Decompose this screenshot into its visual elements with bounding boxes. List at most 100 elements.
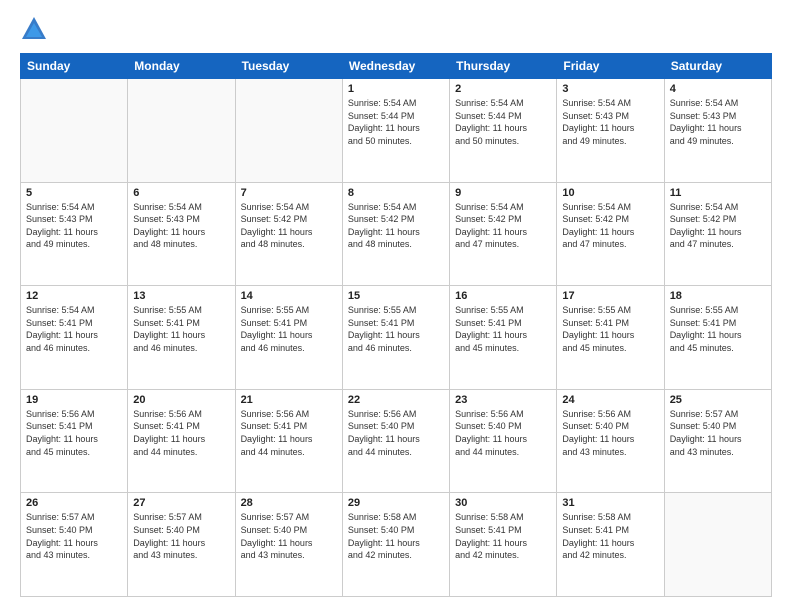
day-info: Sunrise: 5:56 AM Sunset: 5:41 PM Dayligh… [26,408,122,458]
weekday-saturday: Saturday [664,54,771,79]
day-number: 12 [26,290,122,302]
day-number: 9 [455,187,551,199]
day-number: 29 [348,497,444,509]
day-cell-9: 9 Sunrise: 5:54 AM Sunset: 5:42 PM Daylig… [450,182,557,286]
weekday-wednesday: Wednesday [342,54,449,79]
day-cell-14: 14 Sunrise: 5:55 AM Sunset: 5:41 PM Dayli… [235,286,342,390]
day-number: 4 [670,83,766,95]
day-number: 22 [348,394,444,406]
day-number: 23 [455,394,551,406]
day-cell-11: 11 Sunrise: 5:54 AM Sunset: 5:42 PM Dayli… [664,182,771,286]
day-cell-16: 16 Sunrise: 5:55 AM Sunset: 5:41 PM Dayli… [450,286,557,390]
day-info: Sunrise: 5:54 AM Sunset: 5:42 PM Dayligh… [241,201,337,251]
calendar-table: SundayMondayTuesdayWednesdayThursdayFrid… [20,53,772,597]
day-info: Sunrise: 5:55 AM Sunset: 5:41 PM Dayligh… [455,304,551,354]
day-number: 5 [26,187,122,199]
day-number: 2 [455,83,551,95]
weekday-tuesday: Tuesday [235,54,342,79]
day-info: Sunrise: 5:56 AM Sunset: 5:41 PM Dayligh… [241,408,337,458]
day-cell-13: 13 Sunrise: 5:55 AM Sunset: 5:41 PM Dayli… [128,286,235,390]
day-info: Sunrise: 5:55 AM Sunset: 5:41 PM Dayligh… [670,304,766,354]
day-cell-28: 28Sunrise: 5:57 AM Sunset: 5:40 PM Dayli… [235,493,342,597]
weekday-sunday: Sunday [21,54,128,79]
empty-cell [128,79,235,183]
day-info: Sunrise: 5:54 AM Sunset: 5:42 PM Dayligh… [455,201,551,251]
day-number: 15 [348,290,444,302]
day-number: 20 [133,394,229,406]
day-number: 25 [670,394,766,406]
day-cell-26: 26Sunrise: 5:57 AM Sunset: 5:40 PM Dayli… [21,493,128,597]
day-info: Sunrise: 5:56 AM Sunset: 5:40 PM Dayligh… [455,408,551,458]
day-number: 7 [241,187,337,199]
day-info: Sunrise: 5:58 AM Sunset: 5:40 PM Dayligh… [348,511,444,561]
day-info: Sunrise: 5:54 AM Sunset: 5:43 PM Dayligh… [670,97,766,147]
page: SundayMondayTuesdayWednesdayThursdayFrid… [0,0,792,612]
day-cell-20: 20 Sunrise: 5:56 AM Sunset: 5:41 PM Dayli… [128,389,235,493]
day-number: 28 [241,497,337,509]
day-number: 19 [26,394,122,406]
weekday-header-row: SundayMondayTuesdayWednesdayThursdayFrid… [21,54,772,79]
day-number: 11 [670,187,766,199]
day-number: 18 [670,290,766,302]
day-cell-24: 24Sunrise: 5:56 AM Sunset: 5:40 PM Dayli… [557,389,664,493]
week-row-5: 26Sunrise: 5:57 AM Sunset: 5:40 PM Dayli… [21,493,772,597]
day-cell-4: 4 Sunrise: 5:54 AM Sunset: 5:43 PM Daylig… [664,79,771,183]
day-cell-5: 5 Sunrise: 5:54 AM Sunset: 5:43 PM Daylig… [21,182,128,286]
logo-icon [20,15,48,43]
day-number: 27 [133,497,229,509]
day-cell-2: 2 Sunrise: 5:54 AM Sunset: 5:44 PM Daylig… [450,79,557,183]
day-info: Sunrise: 5:54 AM Sunset: 5:42 PM Dayligh… [670,201,766,251]
day-cell-27: 27 Sunrise: 5:57 AM Sunset: 5:40 PM Dayli… [128,493,235,597]
day-info: Sunrise: 5:54 AM Sunset: 5:43 PM Dayligh… [562,97,658,147]
day-info: Sunrise: 5:56 AM Sunset: 5:41 PM Dayligh… [133,408,229,458]
day-info: Sunrise: 5:55 AM Sunset: 5:41 PM Dayligh… [348,304,444,354]
weekday-thursday: Thursday [450,54,557,79]
day-number: 1 [348,83,444,95]
day-info: Sunrise: 5:54 AM Sunset: 5:43 PM Dayligh… [133,201,229,251]
day-number: 14 [241,290,337,302]
day-number: 3 [562,83,658,95]
week-row-3: 12 Sunrise: 5:54 AM Sunset: 5:41 PM Dayli… [21,286,772,390]
day-cell-25: 25 Sunrise: 5:57 AM Sunset: 5:40 PM Dayli… [664,389,771,493]
week-row-4: 19 Sunrise: 5:56 AM Sunset: 5:41 PM Dayli… [21,389,772,493]
day-info: Sunrise: 5:54 AM Sunset: 5:42 PM Dayligh… [562,201,658,251]
day-cell-22: 22 Sunrise: 5:56 AM Sunset: 5:40 PM Dayli… [342,389,449,493]
weekday-monday: Monday [128,54,235,79]
day-number: 6 [133,187,229,199]
day-info: Sunrise: 5:58 AM Sunset: 5:41 PM Dayligh… [455,511,551,561]
day-info: Sunrise: 5:57 AM Sunset: 5:40 PM Dayligh… [133,511,229,561]
day-info: Sunrise: 5:55 AM Sunset: 5:41 PM Dayligh… [562,304,658,354]
day-number: 30 [455,497,551,509]
day-info: Sunrise: 5:54 AM Sunset: 5:44 PM Dayligh… [348,97,444,147]
day-cell-6: 6 Sunrise: 5:54 AM Sunset: 5:43 PM Daylig… [128,182,235,286]
day-cell-17: 17 Sunrise: 5:55 AM Sunset: 5:41 PM Dayli… [557,286,664,390]
day-number: 31 [562,497,658,509]
day-cell-7: 7 Sunrise: 5:54 AM Sunset: 5:42 PM Daylig… [235,182,342,286]
day-number: 8 [348,187,444,199]
day-cell-23: 23 Sunrise: 5:56 AM Sunset: 5:40 PM Dayli… [450,389,557,493]
day-info: Sunrise: 5:54 AM Sunset: 5:43 PM Dayligh… [26,201,122,251]
day-info: Sunrise: 5:57 AM Sunset: 5:40 PM Dayligh… [670,408,766,458]
day-info: Sunrise: 5:54 AM Sunset: 5:41 PM Dayligh… [26,304,122,354]
day-cell-10: 10Sunrise: 5:54 AM Sunset: 5:42 PM Dayli… [557,182,664,286]
week-row-2: 5 Sunrise: 5:54 AM Sunset: 5:43 PM Daylig… [21,182,772,286]
day-info: Sunrise: 5:56 AM Sunset: 5:40 PM Dayligh… [348,408,444,458]
day-cell-31: 31 Sunrise: 5:58 AM Sunset: 5:41 PM Dayli… [557,493,664,597]
day-info: Sunrise: 5:58 AM Sunset: 5:41 PM Dayligh… [562,511,658,561]
day-number: 17 [562,290,658,302]
day-info: Sunrise: 5:55 AM Sunset: 5:41 PM Dayligh… [133,304,229,354]
day-info: Sunrise: 5:55 AM Sunset: 5:41 PM Dayligh… [241,304,337,354]
day-cell-30: 30 Sunrise: 5:58 AM Sunset: 5:41 PM Dayli… [450,493,557,597]
day-number: 21 [241,394,337,406]
day-number: 16 [455,290,551,302]
day-info: Sunrise: 5:54 AM Sunset: 5:44 PM Dayligh… [455,97,551,147]
day-cell-21: 21 Sunrise: 5:56 AM Sunset: 5:41 PM Dayli… [235,389,342,493]
day-cell-18: 18 Sunrise: 5:55 AM Sunset: 5:41 PM Dayli… [664,286,771,390]
day-cell-1: 1 Sunrise: 5:54 AM Sunset: 5:44 PM Daylig… [342,79,449,183]
day-info: Sunrise: 5:54 AM Sunset: 5:42 PM Dayligh… [348,201,444,251]
day-number: 24 [562,394,658,406]
day-cell-3: 3 Sunrise: 5:54 AM Sunset: 5:43 PM Daylig… [557,79,664,183]
day-cell-19: 19 Sunrise: 5:56 AM Sunset: 5:41 PM Dayli… [21,389,128,493]
day-number: 13 [133,290,229,302]
weekday-friday: Friday [557,54,664,79]
